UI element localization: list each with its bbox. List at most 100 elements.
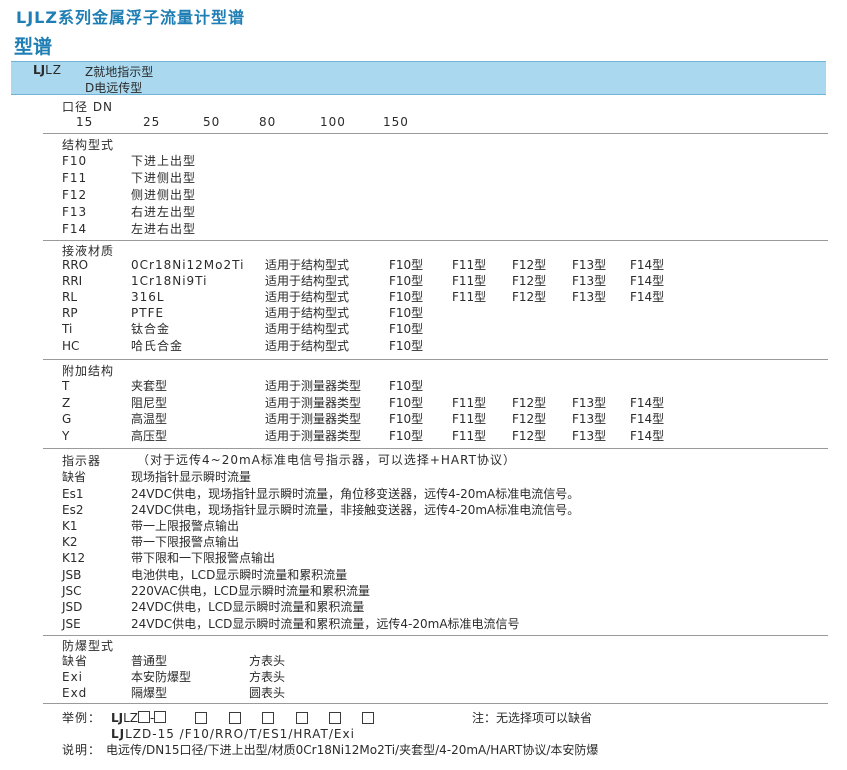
type-cell: F14型 <box>630 396 665 410</box>
material-name: 1Cr18Ni9Ti <box>131 274 208 288</box>
type-cell: F10型 <box>389 290 424 304</box>
type-cell: F10型 <box>389 429 424 443</box>
type-cell: F12型 <box>512 258 547 272</box>
type-cell: F11型 <box>452 290 487 304</box>
model-prefix-bold: LJ <box>33 63 46 77</box>
indicator-desc: 电池供电，LCD显示瞬时流量和累积流量 <box>131 568 348 582</box>
applicability-label: 适用于测量器类型 <box>265 396 362 410</box>
option-box <box>296 712 308 724</box>
example-code-bold: LJ <box>111 711 124 725</box>
explosion-header: 防爆型式 <box>62 639 115 653</box>
indicator-code: JSD <box>62 600 83 614</box>
structure-header: 结构型式 <box>62 138 115 152</box>
dn-value: 100 <box>320 115 346 129</box>
type-cell: F10型 <box>389 306 424 320</box>
indicator-desc: 24VDC供电，LCD显示瞬时流量和累积流量，远传4-20mA标准电流信号 <box>131 617 520 631</box>
explain-text: 电远传/DN15口径/下进上出型/材质0Cr18Ni12Mo2Ti/夹套型/4-… <box>106 743 599 757</box>
applicability-label: 适用于结构型式 <box>265 290 350 304</box>
addon-code: Y <box>62 429 70 443</box>
type-cell: F12型 <box>512 290 547 304</box>
structure-desc: 右进左出型 <box>131 205 197 219</box>
divider <box>43 133 828 134</box>
material-name: 0Cr18Ni12Mo2Ti <box>131 258 245 272</box>
applicability-label: 适用于结构型式 <box>265 258 350 272</box>
structure-desc: 左进右出型 <box>131 222 197 236</box>
type-cell: F13型 <box>572 290 607 304</box>
type-cell: F11型 <box>452 396 487 410</box>
model-prefix: LJLZ <box>33 63 62 77</box>
structure-code: F14 <box>62 222 88 236</box>
type-cell: F12型 <box>512 412 547 426</box>
indicator-desc: 24VDC供电，现场指针显示瞬时流量，角位移变送器，远传4-20mA标准电流信号… <box>131 487 580 501</box>
indicator-desc: 带一下限报警点输出 <box>131 535 240 549</box>
addon-code: G <box>62 412 72 426</box>
explosion-code: Exd <box>62 686 88 700</box>
structure-code: F10 <box>62 154 88 168</box>
option-box <box>262 712 274 724</box>
material-code: RRO <box>62 258 89 272</box>
example-note: 注：无选择项可以缺省 <box>472 711 593 725</box>
indicator-code: K12 <box>62 551 86 565</box>
addon-name: 夹套型 <box>131 379 168 393</box>
type-cell: F11型 <box>452 429 487 443</box>
indicator-header: 指示器 <box>62 454 102 468</box>
indicator-desc: 220VAC供电，LCD显示瞬时流量和累积流量 <box>131 584 371 598</box>
model-prefix-light: LZ <box>45 63 63 77</box>
type-cell: F14型 <box>630 258 665 272</box>
type-cell: F12型 <box>512 274 547 288</box>
indicator-code: JSE <box>62 617 81 631</box>
example-line2-bold: LJ <box>111 727 126 741</box>
type-cell: F12型 <box>512 396 547 410</box>
option-local-indication: Z就地指示型 <box>85 65 154 79</box>
applicability-label: 适用于测量器类型 <box>265 379 362 393</box>
type-cell: F11型 <box>452 412 487 426</box>
addon-code: T <box>62 379 70 393</box>
indicator-code: JSB <box>62 568 82 582</box>
option-box <box>229 712 241 724</box>
dn-value: 50 <box>203 115 221 129</box>
model-header-band: LJLZ Z就地指示型 D电远传型 <box>11 61 826 95</box>
dn-value: 15 <box>76 115 94 129</box>
indicator-code: K1 <box>62 519 78 533</box>
option-box <box>195 712 207 724</box>
explain-label: 说明： <box>62 743 102 757</box>
structure-desc: 下进侧出型 <box>131 171 197 185</box>
structure-code: F12 <box>62 188 88 202</box>
material-name: 钛合金 <box>131 322 171 336</box>
divider <box>43 703 828 704</box>
section-heading: 型谱 <box>14 36 53 58</box>
applicability-label: 适用于结构型式 <box>265 306 350 320</box>
indicator-code: Es1 <box>62 487 84 501</box>
type-cell: F10型 <box>389 412 424 426</box>
addon-name: 阻尼型 <box>131 396 168 410</box>
indicator-desc: 24VDC供电，LCD显示瞬时流量和累积流量 <box>131 600 365 614</box>
divider <box>43 635 828 636</box>
material-code: RRI <box>62 274 83 288</box>
addon-name: 高温型 <box>131 412 168 426</box>
divider <box>43 359 828 360</box>
dn-header: 口径 DN <box>62 100 114 114</box>
addon-header: 附加结构 <box>62 364 115 378</box>
type-cell: F13型 <box>572 258 607 272</box>
material-code: Ti <box>62 322 73 336</box>
type-cell: F13型 <box>572 274 607 288</box>
structure-desc: 下进上出型 <box>131 154 197 168</box>
divider <box>43 448 828 449</box>
applicability-label: 适用于结构型式 <box>265 322 350 336</box>
material-code: RL <box>62 290 78 304</box>
indicator-code: K2 <box>62 535 78 549</box>
material-code: HC <box>62 339 80 353</box>
applicability-label: 适用于测量器类型 <box>265 429 362 443</box>
option-box <box>329 712 341 724</box>
type-cell: F11型 <box>452 274 487 288</box>
type-cell: F14型 <box>630 290 665 304</box>
type-cell: F10型 <box>389 322 424 336</box>
type-cell: F10型 <box>389 396 424 410</box>
addon-code: Z <box>62 396 71 410</box>
material-code: RP <box>62 306 78 320</box>
structure-code: F11 <box>62 171 88 185</box>
explosion-code: 缺省 <box>62 654 89 668</box>
option-box <box>138 711 151 723</box>
explosion-type: 隔爆型 <box>131 686 168 700</box>
meter-head: 方表头 <box>249 654 286 668</box>
